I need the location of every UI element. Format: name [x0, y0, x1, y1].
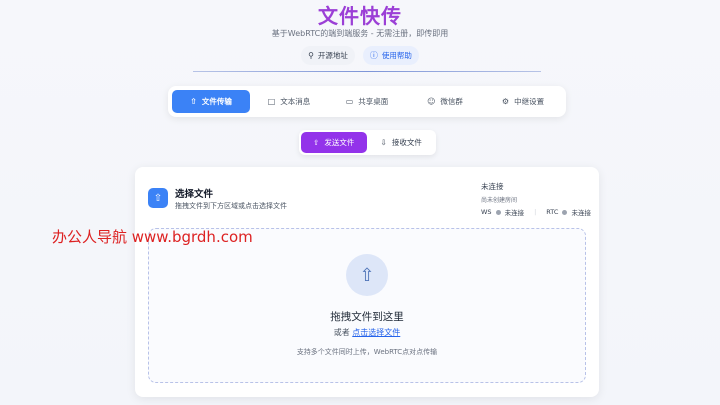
- users-icon: ☺: [427, 97, 436, 106]
- connection-status: 未连接: [481, 182, 504, 191]
- help-circle-icon: ⓘ: [369, 51, 378, 60]
- receive-file-button[interactable]: ⇩ 接收文件: [369, 132, 435, 153]
- dropzone-hint: 支持多个文件同时上传，WebRTC点对点传输: [296, 348, 438, 356]
- download-icon: ⇩: [380, 138, 387, 147]
- file-dropzone[interactable]: ⇧ 拖拽文件到这里 或者 点击选择文件 支持多个文件同时上传，WebRTC点对点…: [148, 228, 586, 383]
- send-file-label: 发送文件: [324, 138, 355, 147]
- header-links: ⚲ 开源地址 ⓘ 使用帮助: [0, 46, 720, 65]
- tab-label: 文件传输: [201, 97, 232, 106]
- tab-relay-settings[interactable]: ⚙ 中继设置: [484, 90, 562, 113]
- card-description: 拖拽文件到下方区域或点击选择文件: [175, 202, 287, 210]
- rtc-status-dot: [562, 209, 568, 215]
- send-file-button[interactable]: ⇧ 发送文件: [301, 132, 367, 153]
- tab-wechat-group[interactable]: ☺ 微信群: [406, 90, 484, 113]
- tab-label: 文本消息: [280, 97, 311, 106]
- header-divider: [193, 71, 541, 72]
- tab-label: 共享桌面: [358, 97, 389, 106]
- receive-file-label: 接收文件: [391, 138, 422, 147]
- dropzone-or-line: 或者 点击选择文件: [149, 327, 585, 338]
- file-select-card: ⇧ 选择文件 拖拽文件到下方区域或点击选择文件 未连接 尚未创建房间 WS 未连…: [135, 167, 599, 397]
- app-subtitle: 基于WebRTC的端到端服务 - 无需注册，即传即用: [271, 29, 449, 38]
- mode-switch: ⇧ 发送文件 ⇩ 接收文件: [299, 130, 436, 155]
- rtc-label: RTC: [546, 208, 559, 216]
- tab-text-message[interactable]: □ 文本消息: [250, 90, 328, 113]
- status-indicators: WS 未连接 | RTC 未连接: [481, 207, 591, 217]
- status-separator: |: [534, 208, 537, 216]
- source-code-link[interactable]: ⚲ 开源地址: [301, 46, 355, 65]
- dropzone-or-text: 或者: [333, 328, 350, 337]
- help-link[interactable]: ⓘ 使用帮助: [362, 46, 419, 65]
- watermark: 办公人导航 www.bgrdh.com: [52, 228, 253, 246]
- upload-icon: ⇧: [190, 97, 197, 106]
- monitor-icon: ▭: [345, 97, 354, 106]
- dropzone-title: 拖拽文件到这里: [330, 311, 404, 323]
- ws-status: 未连接: [504, 209, 525, 217]
- upload-icon: ⇧: [148, 188, 168, 208]
- message-icon: □: [267, 97, 276, 106]
- ws-status-dot: [495, 209, 501, 215]
- tab-file-transfer[interactable]: ⇧ 文件传输: [172, 90, 250, 113]
- tab-share-desktop[interactable]: ▭ 共享桌面: [328, 90, 406, 113]
- app-title: 文件快传: [318, 4, 402, 28]
- source-code-label: 开源地址: [317, 51, 348, 60]
- rtc-status: 未连接: [571, 209, 591, 217]
- tab-label: 微信群: [440, 97, 463, 106]
- github-icon: ⚲: [308, 51, 314, 60]
- tab-label: 中继设置: [514, 97, 545, 106]
- upload-icon: ⇧: [313, 138, 320, 147]
- select-file-link[interactable]: 点击选择文件: [352, 328, 400, 337]
- ws-label: WS: [481, 208, 492, 216]
- help-label: 使用帮助: [381, 51, 412, 60]
- room-status: 尚未创建房间: [481, 197, 518, 204]
- gear-icon: ⚙: [501, 97, 510, 106]
- upload-icon: ⇧: [346, 254, 388, 296]
- main-tabs: ⇧ 文件传输 □ 文本消息 ▭ 共享桌面 ☺ 微信群 ⚙ 中继设置: [168, 86, 566, 117]
- card-title: 选择文件: [175, 189, 214, 200]
